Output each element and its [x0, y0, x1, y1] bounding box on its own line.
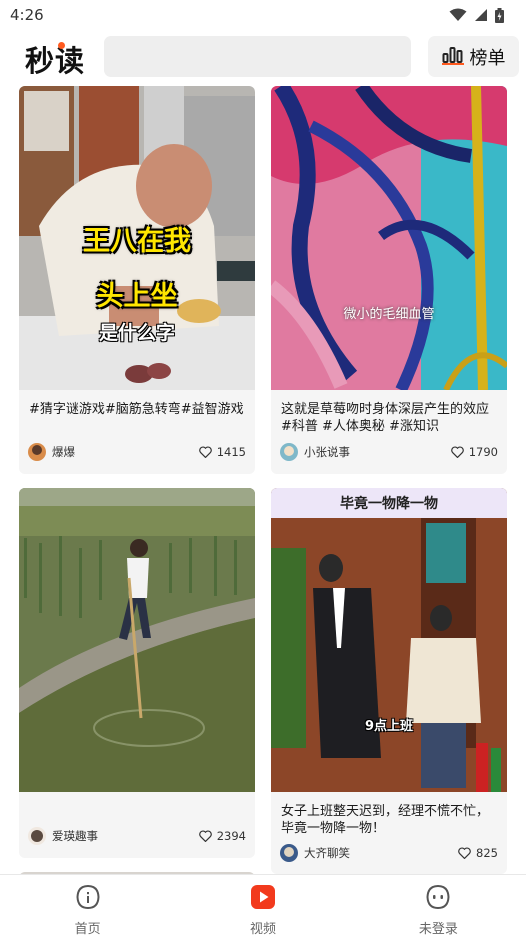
- overlay-caption: 微小的毛细血管: [343, 307, 435, 322]
- avatar: [280, 443, 298, 461]
- rank-label: 榜单: [469, 47, 506, 69]
- battery-icon: [495, 7, 504, 23]
- search-input[interactable]: [104, 36, 411, 77]
- card-meta: 爆爆 1415: [28, 442, 246, 462]
- logo-text: 秒读: [25, 44, 86, 78]
- nav-item-profile[interactable]: 未登录: [351, 875, 526, 937]
- card-title[interactable]: 这就是草莓吻时身体深层产生的效应#科普 #人体奥秘 #涨知识: [281, 401, 497, 435]
- video-thumbnail[interactable]: [19, 488, 255, 792]
- avatar: [28, 443, 46, 461]
- status-time: 4:26: [10, 6, 44, 24]
- overlay-caption: 9点上班: [364, 719, 414, 734]
- like-count: 1415: [216, 445, 246, 459]
- card-title[interactable]: 女子上班整天迟到，经理不慌不忙，毕竟一物降一物！: [281, 803, 497, 837]
- profile-icon: [425, 884, 451, 914]
- logo-dot: [58, 42, 65, 49]
- overlay-text: 王八在我: [83, 226, 191, 257]
- bottom-nav: 首页 视频 未登录: [0, 874, 526, 937]
- rank-button[interactable]: 榜单: [428, 36, 519, 77]
- author-name: 爆爆: [52, 445, 75, 459]
- avatar: [280, 844, 298, 862]
- video-thumbnail[interactable]: 毕竟一物降一物 9点上班: [271, 488, 507, 792]
- card-title[interactable]: #猜字谜游戏#脑筋急转弯#益智游戏: [29, 401, 245, 418]
- video-card[interactable]: 毕竟一物降一物 9点上班 女子上班整天迟到，经理不慌不忙，毕竟一物降一物！ 大齐…: [271, 488, 507, 874]
- status-bar: 4:26: [0, 0, 526, 30]
- author[interactable]: 爱瑛趣事: [28, 827, 98, 845]
- nav-label: 未登录: [418, 922, 458, 937]
- author-name: 大齐聊笑: [304, 846, 350, 860]
- avatar: [28, 827, 46, 845]
- heart-icon: [458, 844, 471, 863]
- wifi-icon: [449, 8, 467, 22]
- overlay-text: 头上坐: [96, 281, 178, 312]
- video-feed: 王八在我 头上坐 是什么字 #猜字谜游戏#脑筋急转弯#益智游戏 爆爆 1415: [0, 86, 526, 874]
- author[interactable]: 爆爆: [28, 443, 75, 461]
- heart-icon: [198, 443, 212, 462]
- author[interactable]: 小张说事: [280, 443, 350, 461]
- like-count: 825: [476, 846, 498, 860]
- rank-chart-icon: [441, 45, 464, 69]
- heart-icon: [198, 827, 212, 846]
- author-name: 爱瑛趣事: [52, 829, 98, 843]
- nav-item-video[interactable]: 视频: [175, 875, 350, 937]
- nav-item-home[interactable]: 首页: [0, 875, 175, 937]
- card-meta: 爱瑛趣事 2394: [28, 826, 246, 846]
- like-button[interactable]: 2394: [198, 827, 246, 846]
- video-card[interactable]: 王八在我 头上坐 是什么字 #猜字谜游戏#脑筋急转弯#益智游戏 爆爆 1415: [19, 86, 255, 474]
- signal-icon: [474, 8, 488, 22]
- like-button[interactable]: 1415: [198, 443, 246, 462]
- nav-label: 首页: [74, 922, 101, 937]
- home-icon: [75, 884, 101, 914]
- status-icons: [449, 7, 504, 23]
- like-button[interactable]: 825: [458, 844, 498, 863]
- like-button[interactable]: 1790: [450, 443, 498, 462]
- author[interactable]: 大齐聊笑: [280, 844, 350, 862]
- like-count: 1790: [468, 445, 498, 459]
- overlay-text: 是什么字: [98, 322, 175, 344]
- like-count: 2394: [216, 829, 246, 843]
- nav-label: 视频: [249, 922, 276, 937]
- heart-icon: [450, 443, 464, 462]
- video-thumbnail[interactable]: 微小的毛细血管: [271, 86, 507, 390]
- video-card[interactable]: 微小的毛细血管 这就是草莓吻时身体深层产生的效应#科普 #人体奥秘 #涨知识 小…: [271, 86, 507, 474]
- app-logo: 秒读: [25, 38, 91, 78]
- video-thumbnail[interactable]: 王八在我 头上坐 是什么字: [19, 86, 255, 390]
- top-bar: 秒读 榜单: [0, 32, 526, 82]
- video-play-icon: [250, 884, 276, 914]
- author-name: 小张说事: [304, 445, 350, 459]
- card-meta: 大齐聊笑 825: [280, 843, 498, 863]
- video-card[interactable]: 爱瑛趣事 2394: [19, 488, 255, 858]
- card-meta: 小张说事 1790: [280, 442, 498, 462]
- overlay-banner: 毕竟一物降一物: [271, 488, 507, 518]
